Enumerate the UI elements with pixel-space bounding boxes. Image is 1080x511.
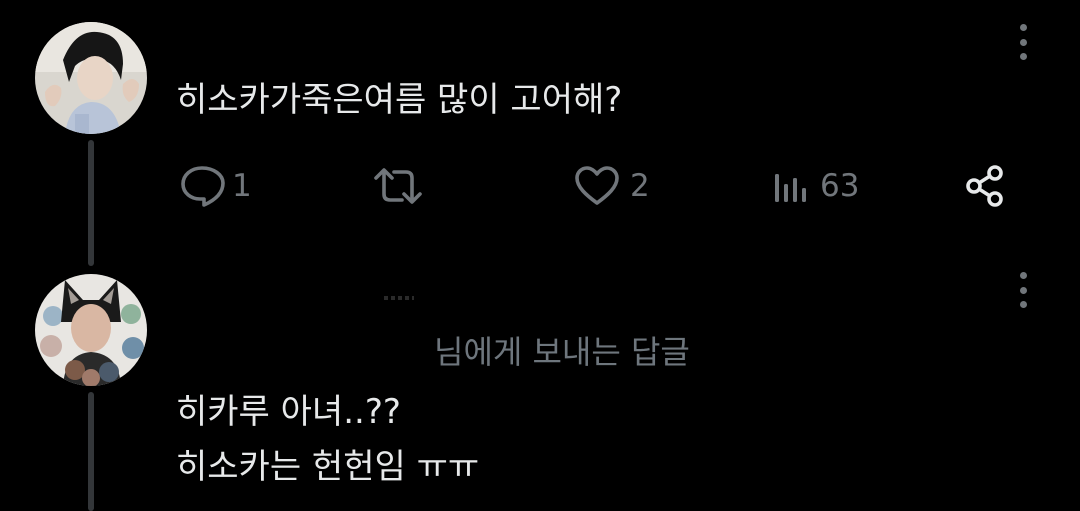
more-vertical-icon-dot bbox=[1019, 24, 1027, 31]
like-count: 2 bbox=[630, 168, 650, 204]
like-button[interactable]: 2 bbox=[574, 162, 650, 210]
redacted-username-remnant bbox=[384, 296, 414, 300]
retweet-icon bbox=[374, 168, 422, 204]
more-vertical-icon-dot bbox=[1019, 286, 1027, 294]
reply-text-line-1: 히카루 아녀..?? bbox=[176, 392, 401, 432]
reply-button[interactable]: 1 bbox=[180, 162, 252, 210]
more-vertical-icon-dot bbox=[1019, 53, 1027, 60]
avatar-reply-author[interactable] bbox=[35, 274, 147, 386]
more-options-button-reply[interactable] bbox=[1011, 270, 1035, 310]
reply-count: 1 bbox=[232, 168, 252, 204]
heart-icon bbox=[575, 166, 619, 205]
thread-line-top bbox=[88, 140, 94, 266]
thread-line-bottom bbox=[88, 392, 94, 511]
comment-icon bbox=[181, 166, 225, 207]
share-icon bbox=[966, 165, 1003, 207]
views-button[interactable]: 63 bbox=[772, 162, 859, 210]
replying-to-label[interactable]: 님에게 보내는 답글 bbox=[434, 330, 690, 374]
reply-text-line-2: 히소카는 헌헌임 ㅠㅠ bbox=[176, 447, 480, 487]
avatar-post-author[interactable] bbox=[35, 22, 147, 134]
post-actions-bar: 1 2 63 bbox=[176, 162, 1016, 210]
view-count: 63 bbox=[820, 168, 860, 204]
avatar-image bbox=[35, 22, 147, 134]
retweet-button[interactable] bbox=[372, 162, 424, 210]
views-icon bbox=[775, 174, 806, 202]
post-text: 히소카가죽은여름 많이 고어해? bbox=[176, 80, 623, 120]
avatar-image bbox=[35, 274, 147, 386]
more-vertical-icon-dot bbox=[1019, 38, 1027, 46]
more-vertical-icon-dot bbox=[1019, 301, 1027, 308]
more-options-button[interactable] bbox=[1011, 22, 1035, 62]
more-vertical-icon-dot bbox=[1019, 272, 1027, 279]
share-button[interactable] bbox=[964, 162, 1008, 210]
